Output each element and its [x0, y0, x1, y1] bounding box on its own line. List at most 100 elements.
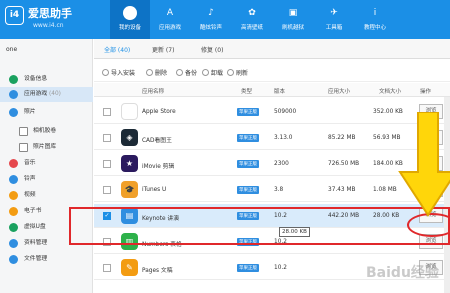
nav-flower[interactable]: ✿ 高清壁纸	[232, 0, 272, 39]
video-icon	[9, 191, 18, 200]
doc-size: 1.08 MB	[373, 187, 397, 193]
device-name[interactable]: one	[6, 46, 17, 53]
nav-info[interactable]: i 教程中心	[355, 0, 395, 39]
nav-app-store[interactable]: A 应用游戏	[150, 0, 190, 39]
row-checkbox[interactable]	[103, 134, 111, 142]
app-version: 2300	[274, 161, 289, 167]
sidebar-label-text: 文件管理	[24, 256, 48, 262]
tab-1[interactable]: 更新 (7)	[152, 45, 174, 54]
sidebar-item-label: 音乐	[24, 156, 36, 171]
refresh-icon	[227, 69, 234, 76]
table-row[interactable]: ★iMovie 剪辑苹果正版2300726.50 MB184.00 KB浏览	[94, 152, 450, 176]
sidebar-label-text: 相机胶卷	[33, 128, 57, 134]
tab-2[interactable]: 修复 (0)	[201, 45, 223, 54]
type-badge: 苹果正版	[237, 160, 259, 168]
sidebar-item-label: 照片	[24, 105, 36, 120]
info-icon	[9, 75, 18, 84]
uninstall-button[interactable]: 卸载	[202, 68, 223, 77]
sidebar-label-text: 视频	[24, 192, 36, 198]
import-icon	[102, 69, 109, 76]
sidebar-label-text: 资料管理	[24, 240, 48, 246]
toolbar-label: 导入安装	[111, 70, 136, 77]
photo-icon	[9, 108, 18, 117]
sidebar-item-music[interactable]: 音乐	[0, 156, 93, 171]
sidebar-item-camera-roll[interactable]: 相机胶卷	[0, 124, 93, 139]
nav-label: 工具箱	[325, 25, 343, 31]
sidebar-item-label: 电子书	[24, 204, 41, 219]
col-header-action: 操作	[420, 89, 432, 95]
sidebar-item-info[interactable]: 设备信息	[0, 72, 93, 87]
app-name: iTunes U	[142, 187, 167, 193]
app-version: 3.13.0	[274, 135, 293, 141]
type-badge: 苹果正版	[237, 134, 259, 142]
sidebar-item-video[interactable]: 视频	[0, 188, 93, 203]
sidebar-item-label: 虚拟U盘	[24, 220, 46, 235]
table-row[interactable]: ◈CAD看图王苹果正版3.13.085.22 MB56.93 MB浏览	[94, 126, 450, 150]
yellow-arrow-icon	[398, 112, 450, 217]
i4-logo-icon: i4	[5, 6, 24, 25]
sidebar: one 设备信息 应用游戏 (40) 照片 相机胶卷 照片图库 音乐 铃声 视频 …	[0, 39, 93, 293]
sidebar-item-label: 设备信息	[24, 72, 47, 87]
sidebar-label-text: 照片	[24, 109, 36, 115]
nav-label: 高清壁纸	[240, 25, 263, 31]
file-icon	[9, 255, 18, 264]
app-version: 10.2	[274, 265, 287, 271]
sidebar-item-label: 文件管理	[24, 252, 47, 267]
sidebar-item-label: 视频	[24, 188, 36, 203]
nav-box[interactable]: ▣ 刷机越狱	[273, 0, 313, 39]
backup-icon	[176, 69, 183, 76]
tab-0[interactable]: 全部 (40)	[104, 45, 130, 54]
nav-label: 我的设备	[118, 25, 141, 31]
col-header-version: 版本	[274, 89, 286, 95]
backup-button[interactable]: 备份	[176, 68, 197, 77]
col-header-name: 应用名称	[142, 89, 165, 95]
nav-apple[interactable]: 我的设备	[110, 0, 150, 39]
sidebar-label-text: 虚拟U盘	[24, 224, 46, 230]
nav-label: 酷炫铃声	[199, 25, 222, 31]
col-header-type: 类型	[241, 89, 253, 95]
row-checkbox[interactable]	[103, 186, 111, 194]
sidebar-item-app[interactable]: 应用游戏 (40)	[0, 87, 93, 102]
sidebar-item-ringtone[interactable]: 铃声	[0, 172, 93, 187]
toolbar-label: 备份	[185, 70, 198, 77]
sidebar-item-photo-library[interactable]: 照片图库	[0, 140, 93, 155]
sidebar-label-text: 应用游戏	[24, 91, 48, 97]
sidebar-item-label: 相机胶卷	[33, 124, 56, 139]
app-size: 37.43 MB	[328, 187, 356, 193]
row-checkbox[interactable]	[103, 108, 111, 116]
app-version: 3.8	[274, 187, 284, 193]
row-checkbox[interactable]	[103, 264, 111, 272]
sidebar-item-photo[interactable]: 照片	[0, 105, 93, 120]
sidebar-label-text: 铃声	[24, 176, 36, 182]
music-icon	[9, 159, 18, 168]
app-icon: ◈	[121, 129, 138, 146]
table-row[interactable]: 🎓iTunes U苹果正版3.837.43 MB1.08 MB浏览	[94, 178, 450, 202]
toolbar-label: 删除	[155, 70, 168, 77]
refresh-button[interactable]: 刷新	[227, 68, 248, 77]
sidebar-item-label: 应用游戏 (40)	[24, 87, 61, 102]
nav-toolbox[interactable]: ✈ 工具箱	[314, 0, 354, 39]
nav-bell[interactable]: ♪ 酷炫铃声	[191, 0, 231, 39]
app-window: i4 爱思助手 www.i4.cn 我的设备 A 应用游戏 ♪ 酷炫铃声 ✿ 高清壁纸 ▣ 刷机…	[0, 0, 450, 293]
app-name: Apple Store	[142, 109, 176, 115]
camera-roll-icon	[19, 127, 28, 136]
app-icon	[9, 90, 18, 99]
import-button[interactable]: 导入安装	[102, 68, 135, 77]
sidebar-item-label: 资料管理	[24, 236, 47, 251]
app-size: 726.50 MB	[328, 161, 360, 167]
sidebar-label-text: 电子书	[24, 208, 42, 214]
col-header-app-size: 应用大小	[328, 89, 351, 95]
bell-icon: ♪	[208, 8, 214, 18]
sidebar-item-file[interactable]: 文件管理	[0, 252, 93, 267]
app-icon: ★	[121, 155, 138, 172]
app-icon	[121, 103, 138, 120]
delete-button[interactable]: 删除	[146, 68, 167, 77]
app-store-icon: A	[166, 8, 174, 18]
toolbar-label: 刷新	[236, 70, 249, 77]
sidebar-label-text: 照片图库	[33, 144, 57, 150]
row-checkbox[interactable]	[103, 160, 111, 168]
watermark: Baidu经验	[366, 265, 439, 281]
table-row[interactable]: Apple Store 苹果正版 509000 352.00 KB 浏览	[94, 100, 450, 124]
tab-bar: 全部 (40) 更新 (7) 修复 (0)	[94, 39, 450, 59]
app-icon: ✎	[121, 259, 138, 276]
